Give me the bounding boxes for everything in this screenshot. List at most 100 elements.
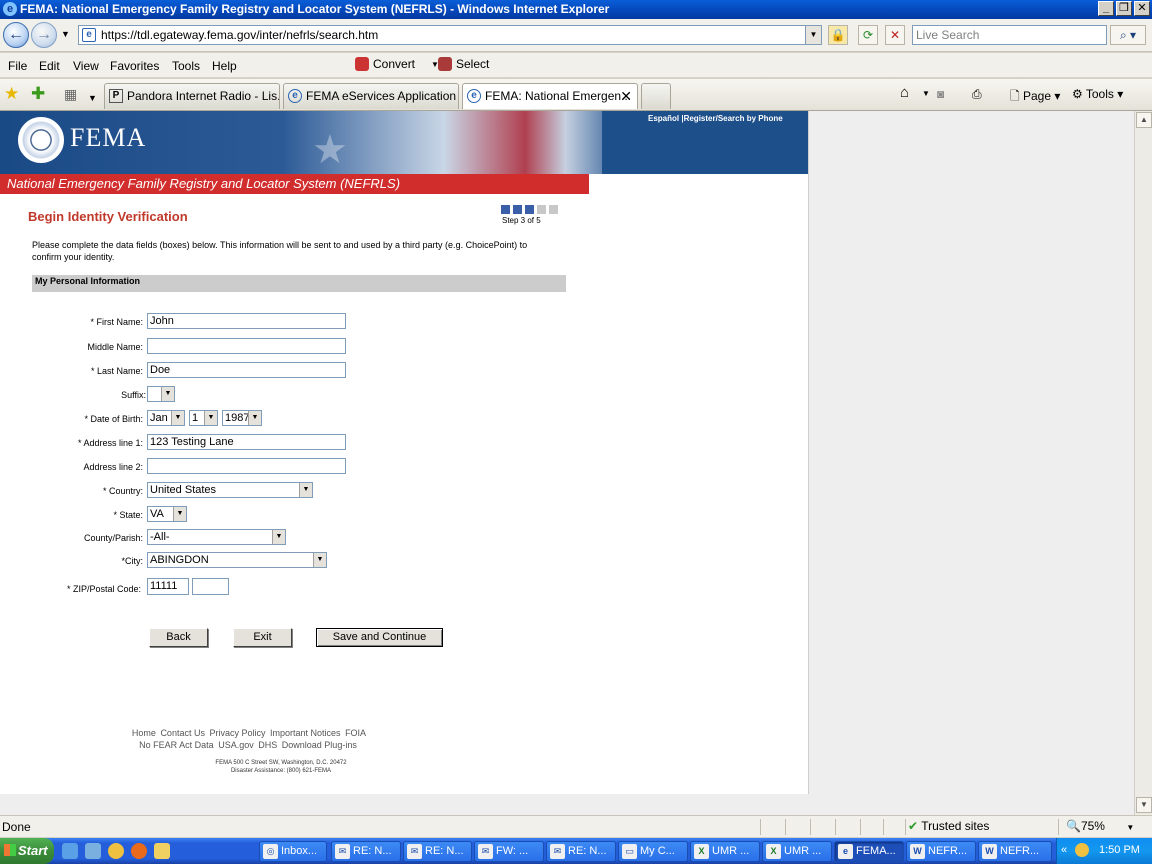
address1-field[interactable]: 123 Testing Lane <box>147 434 346 450</box>
window-title-bar[interactable]: e FEMA: National Emergency Family Regist… <box>0 0 1152 19</box>
lock-icon[interactable]: 🔒 <box>828 25 848 45</box>
search-input[interactable]: Live Search <box>912 25 1107 45</box>
zoom-control[interactable]: 🔍75% ▼ <box>1066 819 1134 833</box>
quick-tabs-icon[interactable]: ▦ <box>64 85 77 103</box>
city-select[interactable]: ABINGDON ▼ <box>147 552 327 568</box>
footer-link-notices[interactable]: Important Notices <box>270 728 341 738</box>
back-nav-button[interactable]: ← <box>3 22 29 48</box>
menu-favorites[interactable]: Favorites <box>110 59 159 73</box>
dob-year-select[interactable]: 1987 ▼ <box>222 410 262 426</box>
suffix-select[interactable]: ▼ <box>147 386 175 402</box>
footer-link-contact[interactable]: Contact Us <box>160 728 205 738</box>
dob-day-select[interactable]: 1 ▼ <box>189 410 218 426</box>
home-dropdown-icon[interactable]: ▼ <box>922 89 930 98</box>
menu-view[interactable]: View <box>73 59 99 73</box>
taskbar-item-mail[interactable]: ✉ FW: ... <box>474 841 544 862</box>
footer-link-usagov[interactable]: USA.gov <box>218 740 254 750</box>
taskbar-item-folder[interactable]: ▭ My C... <box>618 841 688 862</box>
refresh-icon[interactable]: ⟳ <box>858 25 878 45</box>
taskbar-item-word[interactable]: W NEFR... <box>978 841 1052 862</box>
menu-edit[interactable]: Edit <box>39 59 60 73</box>
footer-link-foia[interactable]: FOIA <box>345 728 366 738</box>
country-label: * Country: <box>102 486 143 496</box>
dob-month-select[interactable]: Jan ▼ <box>147 410 185 426</box>
tray-expand-icon[interactable]: « <box>1061 844 1067 856</box>
vertical-scrollbar[interactable]: ▲ ▼ <box>1134 111 1152 815</box>
address2-field[interactable] <box>147 458 346 474</box>
taskbar-item-excel[interactable]: X UMR ... <box>690 841 760 862</box>
new-tab-button[interactable] <box>641 83 671 109</box>
taskbar-item-word[interactable]: W NEFR... <box>906 841 976 862</box>
tools-menu-button[interactable]: ⚙ Tools ▾ <box>1072 87 1123 101</box>
history-dropdown-icon[interactable]: ▼ <box>61 29 70 39</box>
menu-help[interactable]: Help <box>212 59 237 73</box>
tab-fema-eservices[interactable]: e FEMA eServices Application ... <box>283 83 459 109</box>
last-name-field[interactable]: Doe <box>147 362 346 378</box>
county-select[interactable]: -All- ▼ <box>147 529 286 545</box>
security-zone[interactable]: ✔ Trusted sites <box>908 819 989 833</box>
print-icon[interactable]: ⎙ <box>972 87 982 102</box>
address-dropdown-icon[interactable]: ▼ <box>805 26 821 44</box>
pandora-icon: P <box>109 89 123 103</box>
folder-quicklaunch-icon[interactable] <box>154 843 170 859</box>
ie-quicklaunch-icon[interactable] <box>62 843 78 859</box>
footer-links-row2: No FEAR Act Data USA.gov DHS Download Pl… <box>0 740 496 750</box>
first-name-field[interactable]: John <box>147 313 346 329</box>
tab-pandora[interactable]: P Pandora Internet Radio - Lis... <box>104 83 280 109</box>
close-tab-icon[interactable]: ✕ <box>620 84 632 108</box>
convert-button[interactable]: Convert ▼ <box>355 57 439 71</box>
minimize-button[interactable]: _ <box>1098 1 1114 16</box>
menu-file[interactable]: File <box>8 59 27 73</box>
stop-icon[interactable]: ✕ <box>885 25 905 45</box>
zip-ext-field[interactable] <box>192 578 229 595</box>
footer-link-plugins[interactable]: Download Plug-ins <box>282 740 357 750</box>
page-menu-button[interactable]: 🗋 Page ▾ <box>1010 87 1060 108</box>
exit-button[interactable]: Exit <box>233 628 292 647</box>
section-title: My Personal Information <box>32 275 566 292</box>
tab-fema-nefrls[interactable]: e FEMA: National Emergen... ✕ <box>462 83 638 109</box>
desktop-quicklaunch-icon[interactable] <box>85 843 101 859</box>
excel-icon: X <box>694 844 709 859</box>
save-continue-button[interactable]: Save and Continue <box>316 628 443 647</box>
middle-name-field[interactable] <box>147 338 346 354</box>
feeds-icon[interactable]: ◙ <box>937 87 944 101</box>
footer-link-privacy[interactable]: Privacy Policy <box>209 728 265 738</box>
pdf-convert-icon <box>355 57 369 71</box>
home-icon[interactable]: ⌂ <box>900 84 909 101</box>
zip-field[interactable]: 11111 <box>147 578 189 595</box>
footer-link-home[interactable]: Home <box>132 728 156 738</box>
outlook-tray-icon[interactable] <box>1075 843 1089 857</box>
taskbar-item-mail[interactable]: ✉ RE: N... <box>331 841 401 862</box>
search-button[interactable]: ⌕ ▾ <box>1110 25 1146 45</box>
ie-page-icon: e <box>467 89 481 103</box>
forward-nav-button[interactable]: → <box>31 22 57 48</box>
close-window-button[interactable]: ✕ <box>1134 1 1150 16</box>
select-button[interactable]: Select <box>438 57 489 71</box>
taskbar-item-mail[interactable]: ✉ RE: N... <box>546 841 616 862</box>
outlook-quicklaunch-icon[interactable] <box>108 843 124 859</box>
clock[interactable]: 1:50 PM <box>1099 844 1140 856</box>
maximize-button[interactable]: ❐ <box>1116 1 1132 16</box>
menu-tools[interactable]: Tools <box>172 59 200 73</box>
step-text: Step 3 of 5 <box>502 216 541 225</box>
start-button[interactable]: Start <box>0 838 54 864</box>
taskbar-item-excel[interactable]: X UMR ... <box>762 841 832 862</box>
header-links[interactable]: Español |Register/Search by Phone <box>648 114 783 123</box>
taskbar-item-fema-ie[interactable]: e FEMA... <box>834 841 904 862</box>
footer-link-nofear[interactable]: No FEAR Act Data <box>139 740 214 750</box>
mail-icon: ✉ <box>407 844 422 859</box>
firefox-quicklaunch-icon[interactable] <box>131 843 147 859</box>
scroll-up-icon[interactable]: ▲ <box>1136 112 1152 128</box>
country-select[interactable]: United States ▼ <box>147 482 313 498</box>
taskbar-item-mail[interactable]: ✉ RE: N... <box>403 841 472 862</box>
favorites-star-icon[interactable]: ★ <box>4 85 19 103</box>
back-button[interactable]: Back <box>149 628 208 647</box>
state-select[interactable]: VA ▼ <box>147 506 187 522</box>
add-favorites-icon[interactable]: ✚ <box>31 85 45 103</box>
address-input[interactable]: e https://tdl.egateway.fema.gov/inter/ne… <box>78 25 822 45</box>
footer-link-dhs[interactable]: DHS <box>258 740 277 750</box>
tab-list-icon[interactable]: ▼ <box>88 89 97 107</box>
taskbar-item-inbox[interactable]: ◎ Inbox... <box>259 841 327 862</box>
mail-icon: ✉ <box>478 844 493 859</box>
scroll-down-icon[interactable]: ▼ <box>1136 797 1152 813</box>
